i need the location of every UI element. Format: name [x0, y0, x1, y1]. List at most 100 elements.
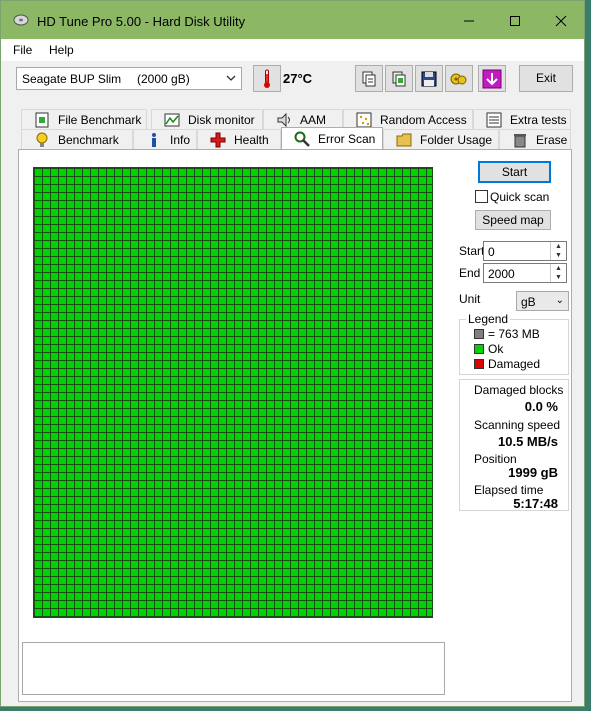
- scanning-speed-value: 10.5 MB/s: [498, 434, 558, 449]
- scan-log-box: [22, 642, 445, 695]
- tab-label: Benchmark: [58, 132, 119, 147]
- gray-swatch: [474, 329, 484, 339]
- position-label: Position: [474, 452, 517, 466]
- tab-label: Error Scan: [318, 131, 376, 146]
- minimize-button[interactable]: [446, 7, 492, 35]
- spin-up-icon[interactable]: ▲: [550, 264, 566, 273]
- tab-benchmark[interactable]: Benchmark: [21, 129, 133, 149]
- tab-aam[interactable]: AAM: [263, 109, 343, 129]
- options-icon: [450, 73, 467, 84]
- window-title: HD Tune Pro 5.00 - Hard Disk Utility: [37, 14, 246, 29]
- file-benchmark-icon: [34, 112, 50, 128]
- chevron-down-icon: [226, 75, 236, 81]
- menu-file[interactable]: File: [13, 43, 32, 57]
- copy-all-icon: [392, 71, 406, 86]
- magnifier-icon: [294, 131, 310, 147]
- quick-scan-label: Quick scan: [490, 190, 550, 204]
- scan-block-grid: [33, 167, 433, 618]
- tab-label: Health: [234, 132, 269, 147]
- temperature-value: 27°C: [283, 71, 313, 86]
- tab-random-access[interactable]: Random Access: [343, 109, 473, 129]
- extra-tests-icon: [486, 112, 502, 128]
- drive-size: (2000 gB): [137, 72, 190, 86]
- spin-up-icon[interactable]: ▲: [550, 242, 566, 251]
- end-spinner[interactable]: 2000 ▲ ▼: [483, 263, 567, 283]
- elapsed-time-label: Elapsed time: [474, 483, 544, 497]
- tab-disk-monitor[interactable]: Disk monitor: [151, 109, 263, 129]
- exit-button[interactable]: Exit: [519, 65, 573, 92]
- tab-file-benchmark[interactable]: File Benchmark: [21, 109, 147, 129]
- legend-item: = 763 MB: [474, 327, 540, 341]
- info-icon: [146, 132, 162, 148]
- legend-item: Ok: [474, 342, 503, 356]
- drive-select[interactable]: Seagate BUP Slim (2000 gB): [16, 67, 242, 90]
- tab-info[interactable]: Info: [133, 129, 197, 149]
- drive-name: Seagate BUP Slim: [22, 72, 122, 86]
- scan-stats-box: Damaged blocks 0.0 % Scanning speed 10.5…: [459, 379, 569, 511]
- folder-icon: [396, 132, 412, 148]
- random-access-icon: [356, 112, 372, 128]
- download-icon: [482, 69, 502, 88]
- copy-all-button[interactable]: [385, 65, 413, 92]
- spin-down-icon[interactable]: ▼: [550, 273, 566, 282]
- legend-label: Damaged: [488, 357, 541, 371]
- options-button[interactable]: [445, 65, 473, 92]
- unit-value: gB: [521, 295, 536, 309]
- tab-folder-usage[interactable]: Folder Usage: [383, 129, 499, 149]
- end-value: 2000: [488, 267, 515, 281]
- copy-icon: [362, 71, 376, 86]
- tab-label: Disk monitor: [188, 112, 255, 127]
- tab-label: Erase: [536, 132, 568, 147]
- legend-item: Damaged: [474, 357, 540, 371]
- tab-label: Folder Usage: [420, 132, 493, 147]
- damaged-blocks-value: 0.0 %: [524, 399, 558, 414]
- red-swatch: [474, 359, 484, 369]
- health-cross-icon: [210, 132, 226, 148]
- minimize-icon: [464, 20, 474, 22]
- menu-bar: File Help: [1, 39, 584, 61]
- unit-select[interactable]: gB ⌄: [516, 291, 569, 311]
- copy-button[interactable]: [355, 65, 383, 92]
- tab-health[interactable]: Health: [197, 129, 281, 149]
- trash-icon: [512, 132, 528, 148]
- scanning-speed-label: Scanning speed: [474, 418, 561, 432]
- app-window: HD Tune Pro 5.00 - Hard Disk Utility Fil…: [0, 0, 585, 707]
- thermometer-icon: [264, 69, 270, 88]
- start-label: Start: [459, 244, 485, 258]
- damaged-blocks-label: Damaged blocks: [474, 383, 564, 397]
- legend-title: Legend: [466, 312, 511, 326]
- download-button[interactable]: [478, 65, 506, 92]
- tab-error-scan[interactable]: Error Scan: [281, 127, 383, 149]
- speaker-icon: [276, 112, 292, 128]
- tab-label: File Benchmark: [58, 112, 142, 127]
- save-button[interactable]: [415, 65, 443, 92]
- close-button[interactable]: [538, 7, 584, 35]
- save-icon: [421, 71, 437, 86]
- menu-help[interactable]: Help: [49, 43, 74, 57]
- spin-down-icon[interactable]: ▼: [550, 251, 566, 260]
- tab-extra-tests[interactable]: Extra tests: [473, 109, 571, 129]
- app-disk-icon: [13, 14, 29, 26]
- title-bar: HD Tune Pro 5.00 - Hard Disk Utility: [1, 1, 584, 39]
- legend-label: = 763 MB: [488, 327, 540, 341]
- legend-box: Legend = 763 MB Ok Damaged: [459, 312, 569, 375]
- chevron-down-icon: ⌄: [555, 295, 564, 306]
- legend-label: Ok: [488, 342, 504, 356]
- start-spinner[interactable]: 0 ▲ ▼: [483, 241, 567, 261]
- start-value: 0: [488, 245, 495, 259]
- position-value: 1999 gB: [508, 465, 558, 480]
- green-swatch: [474, 344, 484, 354]
- tab-label: AAM: [300, 112, 327, 127]
- maximize-icon: [510, 16, 520, 26]
- tab-erase[interactable]: Erase: [499, 129, 571, 149]
- temperature-button[interactable]: [253, 65, 281, 92]
- speed-map-button[interactable]: Speed map: [475, 210, 551, 230]
- start-scan-button[interactable]: Start: [478, 161, 551, 183]
- quick-scan-checkbox[interactable]: [475, 190, 488, 203]
- tab-label: Random Access: [380, 112, 467, 127]
- unit-label: Unit: [459, 292, 481, 306]
- tab-label: Extra tests: [510, 112, 567, 127]
- maximize-button[interactable]: [492, 7, 538, 35]
- bulb-icon: [34, 132, 50, 148]
- disk-monitor-icon: [164, 112, 180, 128]
